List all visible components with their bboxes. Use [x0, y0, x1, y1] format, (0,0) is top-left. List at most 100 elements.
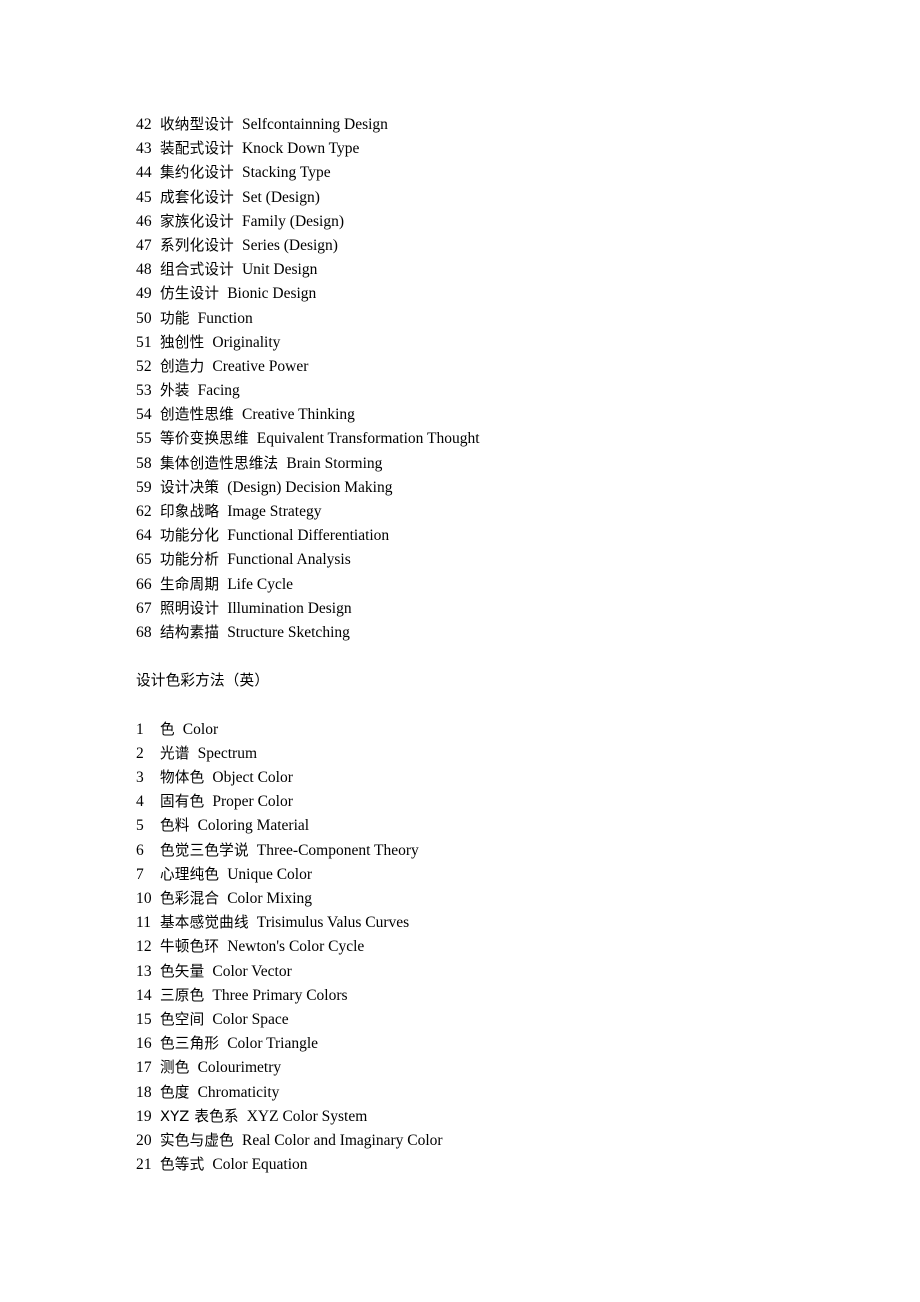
entry-term-chinese: 设计决策: [160, 478, 220, 496]
entry-term-chinese: XYZ 表色系: [160, 1107, 239, 1125]
section-heading: 设计色彩方法（英）: [136, 672, 270, 690]
entry-term-chinese: 照明设计: [160, 599, 220, 617]
entry-number: 7: [136, 865, 144, 883]
entry-term-chinese: 装配式设计: [160, 140, 234, 158]
entry-number: 21: [136, 1156, 152, 1174]
entry-term-chinese: 等价变换思维: [160, 430, 249, 448]
entry-number: 18: [136, 1083, 152, 1101]
glossary-entry: 50 功能 Function: [136, 307, 920, 331]
entry-term-chinese: 色空间: [160, 1010, 205, 1028]
entry-number: 11: [136, 914, 152, 932]
entry-term-chinese: 家族化设计: [160, 212, 234, 230]
glossary-entry: 45 成套化设计 Set (Design): [136, 186, 920, 210]
entry-number: 15: [136, 1010, 152, 1028]
entry-number: 47: [136, 236, 152, 254]
glossary-sections: 42 收纳型设计 Selfcontainning Design 43 装配式设计 Knoc…: [136, 113, 920, 1177]
glossary-entry: 42 收纳型设计 Selfcontainning Design: [136, 113, 920, 137]
entry-list: 42 收纳型设计 Selfcontainning Design 43 装配式设计 Knoc…: [136, 113, 920, 645]
entry-term-english: Knock Down Type: [241, 140, 360, 158]
entry-number: 42: [136, 116, 152, 133]
glossary-entry: 43 装配式设计 Knock Down Type: [136, 137, 920, 161]
entry-number: 12: [136, 938, 152, 956]
entry-term-chinese: 物体色: [160, 769, 205, 787]
glossary-entry: 1 色 Color: [136, 718, 920, 742]
entry-term-english: Spectrum: [197, 744, 257, 762]
entry-term-english: Series (Design): [241, 236, 338, 254]
entry-term-english: Chromaticity: [197, 1083, 280, 1101]
entry-term-english: Three-Component Theory: [256, 841, 419, 859]
entry-number: 68: [136, 623, 152, 641]
entry-term-chinese: 色: [160, 720, 175, 738]
entry-number: 3: [136, 769, 144, 787]
entry-term-chinese: 色三角形: [160, 1035, 220, 1053]
entry-number: 17: [136, 1059, 152, 1077]
entry-term-chinese: 集体创造性思维法: [160, 454, 279, 472]
entry-number: 4: [136, 793, 144, 811]
glossary-entry: 13 色矢量 Color Vector: [136, 960, 920, 984]
glossary-entry: 59 设计决策 (Design) Decision Making: [136, 476, 920, 500]
entry-term-english: Function: [197, 309, 253, 327]
entry-term-chinese: 色等式: [160, 1156, 205, 1174]
entry-number: 16: [136, 1035, 152, 1053]
glossary-section: 设计色彩方法（英） 1 色 Color 2 光谱 Spectrum 3 物体色 Object Co…: [136, 645, 920, 1177]
entry-term-english: Stacking Type: [241, 164, 331, 182]
glossary-entry: 54 创造性思维 Creative Thinking: [136, 403, 920, 427]
entry-term-chinese: 实色与虚色: [160, 1131, 234, 1149]
glossary-entry: 16 色三角形 Color Triangle: [136, 1032, 920, 1056]
glossary-entry: 18 色度 Chromaticity: [136, 1081, 920, 1105]
entry-number: 48: [136, 261, 152, 279]
entry-term-english: Color Equation: [212, 1156, 308, 1174]
glossary-entry: 6 色觉三色学说 Three-Component Theory: [136, 839, 920, 863]
glossary-entry: 48 组合式设计 Unit Design: [136, 258, 920, 282]
entry-term-chinese: 色料: [160, 817, 190, 835]
glossary-entry: 14 三原色 Three Primary Colors: [136, 984, 920, 1008]
glossary-entry: 10 色彩混合 Color Mixing: [136, 887, 920, 911]
entry-number: 54: [136, 406, 152, 424]
entry-number: 5: [136, 817, 144, 835]
entry-term-english: Real Color and Imaginary Color: [241, 1131, 443, 1149]
glossary-entry: 47 系列化设计 Series (Design): [136, 234, 920, 258]
entry-term-chinese: 创造性思维: [160, 406, 234, 424]
entry-term-chinese: 结构素描: [160, 623, 220, 641]
glossary-entry: 62 印象战略 Image Strategy: [136, 500, 920, 524]
entry-term-english: Creative Power: [212, 357, 309, 375]
glossary-entry: 55 等价变换思维 Equivalent Transformation Though…: [136, 427, 920, 451]
entry-term-english: Functional Differentiation: [227, 527, 390, 545]
entry-number: 51: [136, 333, 152, 351]
entry-term-english: XYZ Color System: [246, 1107, 368, 1125]
entry-term-english: Creative Thinking: [241, 406, 355, 424]
entry-term-english: Trisimulus Valus Curves: [256, 914, 410, 932]
glossary-entry: 58 集体创造性思维法 Brain Storming: [136, 452, 920, 476]
entry-term-english: Functional Analysis: [227, 551, 351, 569]
entry-term-english: Colourimetry: [197, 1059, 282, 1077]
glossary-entry: 7 心理纯色 Unique Color: [136, 863, 920, 887]
glossary-entry: 19 XYZ 表色系 XYZ Color System: [136, 1105, 920, 1129]
entry-term-english: Three Primary Colors: [212, 986, 348, 1004]
entry-term-chinese: 创造力: [160, 357, 205, 375]
entry-term-chinese: 组合式设计: [160, 261, 234, 279]
entry-term-chinese: 色彩混合: [160, 890, 220, 907]
entry-term-chinese: 色矢量: [160, 962, 205, 980]
entry-term-chinese: 三原色: [160, 986, 205, 1004]
entry-number: 14: [136, 986, 152, 1004]
entry-term-chinese: 独创性: [160, 333, 205, 351]
glossary-entry: 2 光谱 Spectrum: [136, 742, 920, 766]
glossary-entry: 65 功能分析 Functional Analysis: [136, 548, 920, 572]
entry-number: 58: [136, 454, 152, 472]
glossary-entry: 46 家族化设计 Family (Design): [136, 210, 920, 234]
entry-number: 43: [136, 140, 152, 158]
entry-number: 52: [136, 357, 152, 375]
entry-term-english: Illumination Design: [227, 599, 352, 617]
entry-term-chinese: 测色: [160, 1059, 190, 1077]
entry-term-english: Unique Color: [227, 865, 312, 883]
entry-term-chinese: 集约化设计: [160, 164, 234, 182]
entry-term-english: Color Mixing: [227, 890, 313, 907]
entry-term-english: Originality: [212, 333, 281, 351]
entry-term-english: Family (Design): [241, 212, 345, 230]
entry-term-english: Brain Storming: [286, 454, 383, 472]
entry-term-english: Selfcontainning Design: [241, 116, 388, 133]
entry-number: 1: [136, 720, 144, 738]
entry-term-english: Set (Design): [241, 188, 320, 206]
glossary-entry: 12 牛顿色环 Newton's Color Cycle: [136, 935, 920, 959]
entry-number: 19: [136, 1107, 152, 1125]
